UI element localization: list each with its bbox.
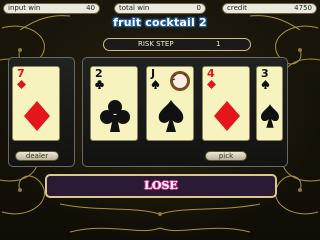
diamond-icon	[17, 80, 26, 89]
total-win-meter: total win 0	[114, 3, 206, 14]
player-card-4[interactable]: 3	[256, 66, 283, 141]
card-rank: 3	[261, 67, 269, 80]
player-card-2[interactable]: J	[146, 66, 194, 141]
card-rank: 2	[95, 67, 103, 80]
game-screen: input win 40 total win 0 credit 4750 fru…	[0, 0, 320, 240]
game-title: fruit cocktail 2	[113, 16, 207, 29]
dealer-card: 7	[12, 66, 60, 141]
credit-meter: credit 4750	[222, 3, 317, 14]
card-rank: 4	[207, 67, 215, 80]
input-win-value: 40	[86, 4, 95, 12]
coconut-icon	[170, 71, 190, 91]
diamond-icon	[207, 80, 216, 89]
total-win-value: 0	[196, 4, 201, 12]
player-card-3[interactable]: 4	[202, 66, 250, 141]
result-banner: LOSE	[45, 174, 277, 198]
spade-icon	[158, 100, 184, 132]
diamond-icon	[214, 101, 240, 131]
input-win-label: input win	[8, 4, 41, 12]
player-card-1[interactable]: 2	[90, 66, 138, 141]
club-icon	[100, 100, 130, 132]
spade-icon	[151, 80, 160, 89]
credit-label: credit	[227, 4, 248, 12]
diamond-icon	[24, 101, 50, 131]
card-rank: 7	[17, 67, 25, 80]
dealer-button[interactable]: dealer	[15, 151, 59, 161]
pick-button[interactable]: pick	[205, 151, 247, 161]
risk-step-value: 1	[216, 40, 221, 48]
risk-step-label: RISK STEP	[138, 40, 174, 48]
spade-icon	[261, 104, 279, 128]
input-win-meter: input win 40	[3, 3, 100, 14]
total-win-label: total win	[119, 4, 150, 12]
credit-value: 4750	[294, 4, 312, 12]
risk-step-bar: RISK STEP 1	[103, 38, 251, 51]
card-rank: J	[151, 67, 156, 80]
spade-icon	[261, 80, 270, 89]
club-icon	[95, 80, 104, 89]
